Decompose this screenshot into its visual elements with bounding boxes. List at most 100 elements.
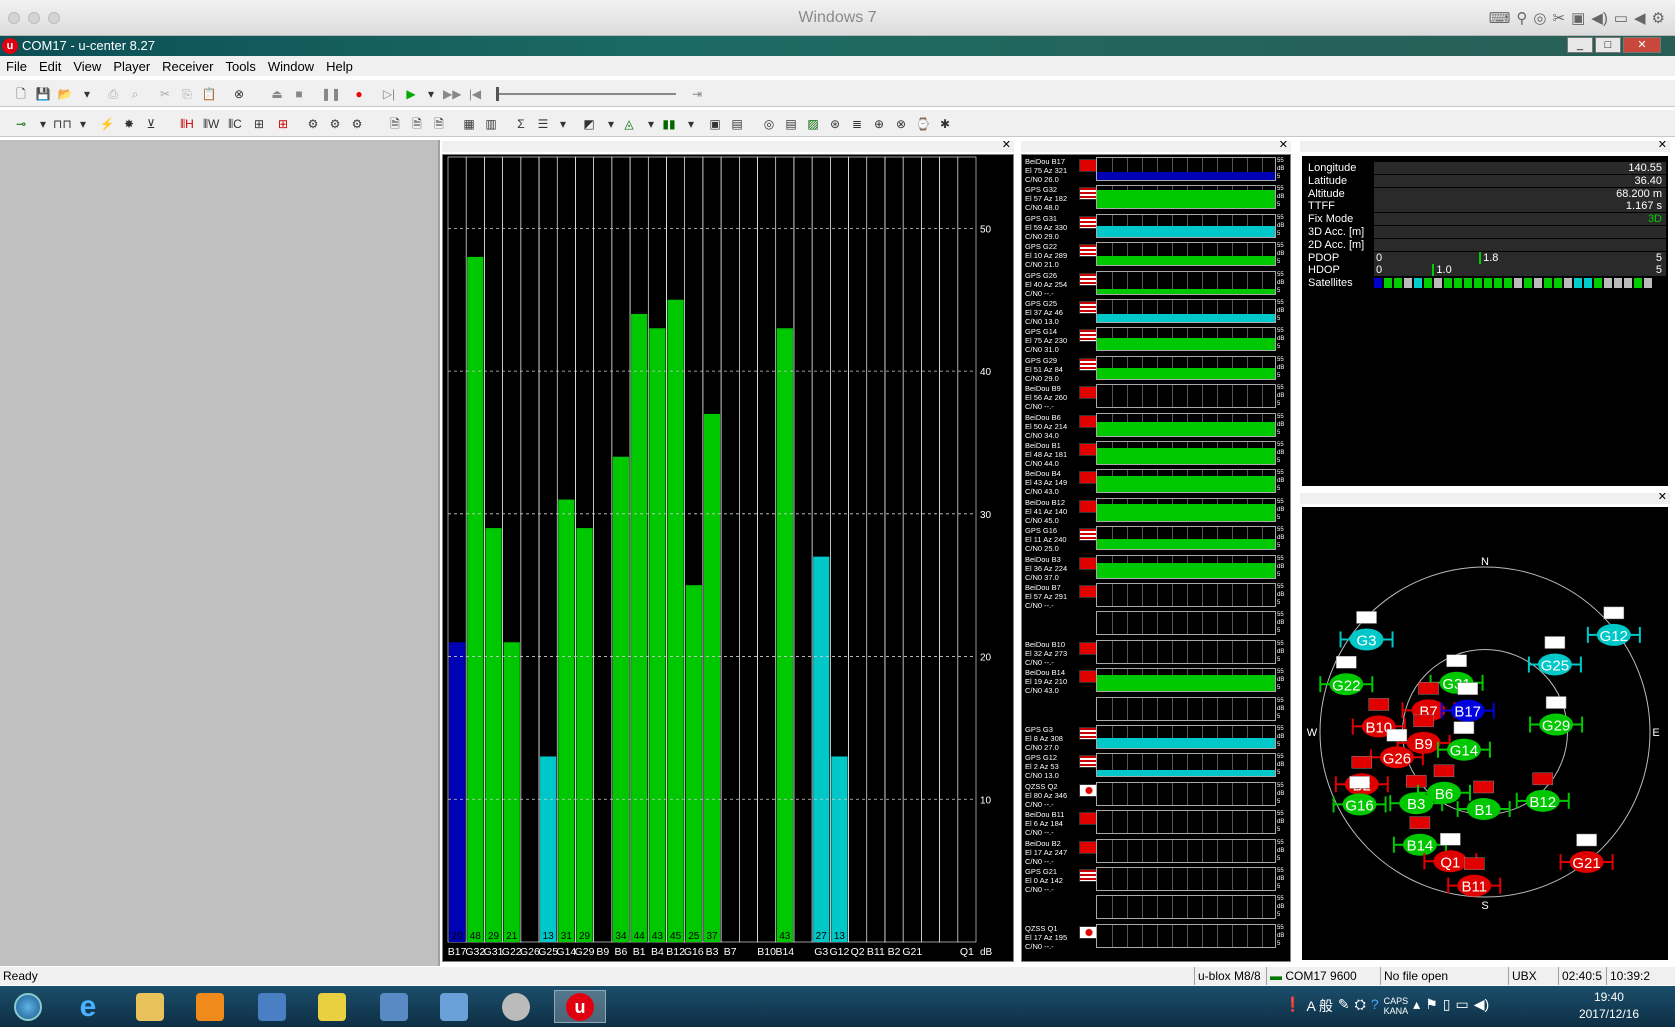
deviation-map-icon[interactable]: ⊕ <box>870 115 888 133</box>
menu-receiver[interactable]: Receiver <box>156 56 219 74</box>
signal-level-fill <box>1097 172 1275 180</box>
menu-window[interactable]: Window <box>262 56 320 74</box>
seek-end-icon[interactable]: ⇥ <box>688 85 706 103</box>
eject-icon[interactable]: ⏏ <box>268 85 286 103</box>
menu-edit[interactable]: Edit <box>33 56 67 74</box>
network-app-icon[interactable] <box>368 990 420 1023</box>
camera-icon[interactable]: ▣ <box>706 115 724 133</box>
dropdown-arrow-icon[interactable]: ▾ <box>78 85 96 103</box>
close-pane-icon[interactable]: ✕ <box>1279 139 1288 151</box>
u-center-taskbar-button[interactable]: u <box>554 990 606 1023</box>
print-preview-icon[interactable]: ⌕ <box>126 85 144 103</box>
gnss-config-icon[interactable]: ⊞ <box>250 115 268 133</box>
list-dropdown-icon[interactable]: ▾ <box>554 115 572 133</box>
text-console-icon[interactable]: 🗎 <box>386 115 404 133</box>
navigation-icon[interactable]: ▤ <box>728 115 746 133</box>
menu-player[interactable]: Player <box>107 56 156 74</box>
satellite-b12: B12 <box>1515 772 1570 812</box>
taskbar-clock[interactable]: 19:40 2017/12/16 <box>1579 989 1639 1023</box>
satellite-label: G25 <box>1541 658 1569 675</box>
nav-value: 140.55 <box>1374 162 1666 174</box>
fast-forward-icon[interactable]: ▶▶ <box>442 85 461 103</box>
sum-icon[interactable]: Σ <box>512 115 530 133</box>
signal-view-icon[interactable]: ▨ <box>804 115 822 133</box>
panel-view-icon[interactable]: ▥ <box>482 115 500 133</box>
autobaud-wand-icon[interactable]: ⚡ <box>98 115 116 133</box>
minimize-button[interactable]: _ <box>1567 37 1593 53</box>
start-button[interactable] <box>2 990 54 1023</box>
close-pane-icon[interactable]: ✕ <box>1658 139 1667 151</box>
play-icon[interactable]: ▶ <box>402 85 420 103</box>
open-icon[interactable]: 📂 <box>56 85 74 103</box>
connection-dropdown-icon[interactable]: ▾ <box>34 115 52 133</box>
warmstart-icon[interactable]: ⫴W <box>202 115 220 133</box>
print-icon[interactable]: ⎙ <box>104 85 122 103</box>
close-pane-icon[interactable]: ✕ <box>1658 491 1667 503</box>
dop-marker: 1.0 <box>1432 264 1452 277</box>
data-view-icon[interactable]: ▤ <box>782 115 800 133</box>
compass-view-icon[interactable]: ◎ <box>760 115 778 133</box>
world-map-icon[interactable]: ⊗ <box>892 115 910 133</box>
list-view-icon[interactable]: ☰ <box>534 115 552 133</box>
poll-icon[interactable]: ⊻ <box>142 115 160 133</box>
gnss-config2-icon[interactable]: ⊞ <box>274 115 292 133</box>
binary-console-icon[interactable]: 🗎 <box>430 115 448 133</box>
nav-key: Longitude <box>1308 162 1357 174</box>
histogram-dropdown-icon[interactable]: ▾ <box>682 115 700 133</box>
pause-icon[interactable]: ❚❚ <box>320 85 341 103</box>
rewind-icon[interactable]: |◀ <box>466 85 484 103</box>
host-toolbar-icons[interactable]: ⌨ ⚲ ◎ ✂ ▣ ◀) ▭ ◀ ⚙ <box>1489 9 1665 27</box>
coldstart-icon[interactable]: ⫴C <box>226 115 244 133</box>
map-view-icon[interactable]: ◩ <box>580 115 598 133</box>
satellite-list-icon[interactable]: ≣ <box>848 115 866 133</box>
new-file-icon[interactable]: 🗋 <box>12 85 30 103</box>
stop-icon[interactable]: ■ <box>290 85 308 103</box>
menu-view[interactable]: View <box>67 56 107 74</box>
baudrate-dropdown-icon[interactable]: ▾ <box>74 115 92 133</box>
save-icon[interactable]: 💾 <box>34 85 52 103</box>
disc-app-icon[interactable] <box>490 990 542 1023</box>
slider-thumb[interactable] <box>496 87 499 101</box>
close-button[interactable]: ✕ <box>1623 37 1661 53</box>
media-player-icon[interactable] <box>184 990 236 1023</box>
computer-app-icon[interactable] <box>428 990 480 1023</box>
playback-slider[interactable] <box>496 87 676 101</box>
hotstart-icon[interactable]: ⫴H <box>178 115 196 133</box>
copy-icon[interactable]: ⎘ <box>178 85 196 103</box>
close-pane-icon[interactable]: ✕ <box>1002 139 1011 151</box>
messages-view-icon[interactable]: ⚙ <box>304 115 322 133</box>
sky-view-icon[interactable]: ⊛ <box>826 115 844 133</box>
system-tray[interactable]: ❗ A 般 ✎ ⛭? CAPS KANA ▴ ⚑ ▯ ▭ ◀) <box>1284 996 1489 1016</box>
record-icon[interactable]: ● <box>350 85 368 103</box>
calculator-app-icon[interactable] <box>246 990 298 1023</box>
dashboard-icon[interactable]: ⌚ <box>914 115 932 133</box>
histogram-view-icon[interactable]: ▮▮ <box>660 115 678 133</box>
menu-file[interactable]: File <box>0 56 33 74</box>
table-view-icon[interactable]: ▦ <box>460 115 478 133</box>
explorer-folder-icon[interactable] <box>124 990 176 1023</box>
baudrate-icon[interactable]: ⊓⊓ <box>52 115 72 133</box>
play-dropdown-icon[interactable]: ▾ <box>422 85 440 103</box>
receiver-icon[interactable]: ✸ <box>120 115 138 133</box>
menu-tools[interactable]: Tools <box>219 56 261 74</box>
config-view-icon[interactable]: ⚙ <box>326 115 344 133</box>
chart-dropdown-icon[interactable]: ▾ <box>642 115 660 133</box>
signal-scale: 55 dB 5 <box>1277 782 1285 805</box>
packet-console-icon[interactable]: 🗎 <box>408 115 426 133</box>
statistics-view-icon[interactable]: ⚙ <box>348 115 366 133</box>
maximize-button[interactable]: □ <box>1595 37 1621 53</box>
notes-app-icon[interactable] <box>306 990 358 1023</box>
satellite-label: B6 <box>1435 786 1453 803</box>
clock-view-icon[interactable]: ✱ <box>936 115 954 133</box>
cut-icon[interactable]: ✂ <box>156 85 174 103</box>
menu-help[interactable]: Help <box>320 56 359 74</box>
internet-explorer-icon[interactable]: e <box>62 990 114 1023</box>
chart-view-icon[interactable]: ◬ <box>620 115 638 133</box>
window-title: COM17 - u-center 8.27 <box>22 38 155 53</box>
signal-history-graph <box>1096 838 1276 863</box>
paste-icon[interactable]: 📋 <box>200 85 218 103</box>
record-setup-icon[interactable]: ⊗ <box>230 85 248 103</box>
connection-icon[interactable]: ⊸ <box>12 115 30 133</box>
step-icon[interactable]: ▷| <box>380 85 398 103</box>
map-dropdown-icon[interactable]: ▾ <box>602 115 620 133</box>
